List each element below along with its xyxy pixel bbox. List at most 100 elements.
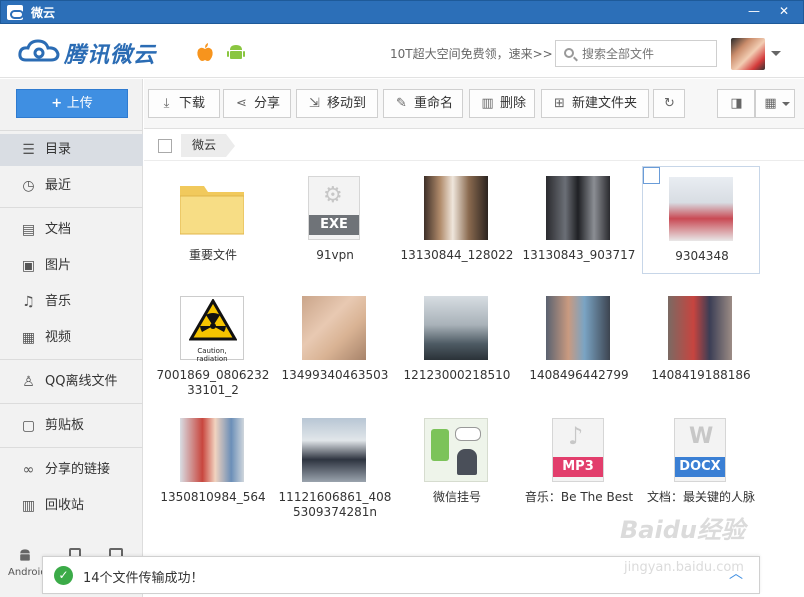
select-all-checkbox[interactable] xyxy=(158,139,172,153)
app-header: 腾讯微云 10T超大空间免费领，速来>> xyxy=(0,24,804,78)
move-to-button[interactable]: ⇲ 移动到 xyxy=(296,89,378,118)
watermark-url: jingyan.baidu.com xyxy=(624,560,744,575)
search-input[interactable] xyxy=(582,45,712,62)
upload-button[interactable]: + 上传 xyxy=(16,89,128,118)
rename-label: 重命名 xyxy=(414,96,454,111)
file-tile[interactable]: 11121606861_4085309374281n xyxy=(276,408,394,519)
close-button[interactable]: ✕ xyxy=(773,1,795,21)
file-tile[interactable]: 微信挂号 xyxy=(398,408,516,516)
photo-thumbnail xyxy=(180,418,244,482)
new-folder-button[interactable]: ⊞ 新建文件夹 xyxy=(541,89,649,118)
title-bar: 微云 — ✕ xyxy=(0,0,804,24)
file-tile[interactable]: W DOCX 文档：最关键的人脉 xyxy=(642,408,760,516)
minimize-button[interactable]: — xyxy=(743,1,765,21)
file-name: 7001869_080623233101_2 xyxy=(156,368,270,397)
photo-thumbnail: Caution, radiation xyxy=(180,296,244,363)
sidebar-item-documents[interactable]: ▤ 文档 xyxy=(0,214,143,246)
photo-thumbnail xyxy=(669,177,733,241)
file-tile[interactable]: 重要文件 xyxy=(154,166,272,274)
document-icon: ▤ xyxy=(21,222,36,238)
file-tile[interactable]: 1408496442799 xyxy=(520,286,638,394)
sidebar-item-label: 视频 xyxy=(45,330,72,345)
clock-icon: ◷ xyxy=(22,178,35,194)
watermark: Baidu经验 xyxy=(620,516,745,544)
sidebar-item-clipboard[interactable]: ▢ 剪贴板 xyxy=(0,410,143,442)
sidebar-item-directory[interactable]: ☰ 目录 xyxy=(0,134,143,166)
download-label: 下载 xyxy=(179,96,206,111)
plus-icon: + xyxy=(51,96,67,111)
sidebar-item-label: 目录 xyxy=(45,142,72,157)
upload-label: 上传 xyxy=(66,96,93,111)
sidebar-item-video[interactable]: ▦ 视频 xyxy=(0,322,143,354)
file-tile[interactable]: 1408419188186 xyxy=(642,286,760,394)
photo-thumbnail xyxy=(424,176,488,240)
file-name: 文档：最关键的人脉 xyxy=(646,490,755,504)
image-icon: ▣ xyxy=(21,258,36,274)
sidebar-item-label: QQ离线文件 xyxy=(45,374,118,389)
grid-view-button[interactable]: ▦ xyxy=(755,89,795,118)
speech-bubble-icon xyxy=(455,427,481,441)
file-tile[interactable]: ⚙ EXE 91vpn xyxy=(276,166,394,274)
link-icon: ∞ xyxy=(22,462,35,478)
photo-thumbnail xyxy=(546,296,610,360)
file-name: 重要文件 xyxy=(188,248,237,262)
file-tile[interactable]: 1350810984_564 xyxy=(154,408,272,516)
sidebar-item-recent[interactable]: ◷ 最近 xyxy=(0,170,143,202)
photo-thumbnail xyxy=(424,418,488,482)
breadcrumb: 微云 xyxy=(144,130,804,161)
rename-button[interactable]: ✎ 重命名 xyxy=(383,89,463,118)
file-name: 1350810984_564 xyxy=(160,490,266,504)
sidebar: + 上传 ☰ 目录 ◷ 最近 ▤ 文档 ▣ 图片 ♫ 音乐 ▦ 视频 ♙ QQ离… xyxy=(0,79,143,597)
divider xyxy=(0,359,143,360)
file-tile[interactable]: 13499340463503 xyxy=(276,286,394,394)
file-name: 13130843_903717 xyxy=(522,248,636,262)
promo-link[interactable]: 10T超大空间免费领，速来>> xyxy=(390,45,553,62)
exe-file-icon: ⚙ EXE xyxy=(308,176,360,240)
new-folder-label: 新建文件夹 xyxy=(572,96,638,111)
move-icon: ⇲ xyxy=(309,96,320,111)
apple-icon[interactable] xyxy=(195,42,215,62)
android-icon[interactable] xyxy=(226,42,246,62)
file-tile[interactable]: 13130843_903717 xyxy=(520,166,638,274)
refresh-button[interactable]: ↻ xyxy=(653,89,685,118)
phone-icon xyxy=(431,429,449,461)
share-label: 分享 xyxy=(254,96,281,111)
file-name: 1408496442799 xyxy=(529,368,629,382)
image-caption: Caution, radiation xyxy=(196,347,228,363)
chevron-down-icon[interactable] xyxy=(771,51,781,56)
trash-icon: ▥ xyxy=(481,96,494,111)
delete-button[interactable]: ▥ 删除 xyxy=(469,89,535,118)
sidebar-item-music[interactable]: ♫ 音乐 xyxy=(0,286,143,318)
detail-view-button[interactable]: ◨ xyxy=(717,89,755,118)
sidebar-item-label: 图片 xyxy=(45,258,72,273)
file-tile[interactable]: 12123000218510 xyxy=(398,286,516,394)
file-name: 91vpn xyxy=(316,248,354,262)
file-type-badge: EXE xyxy=(309,215,359,235)
sidebar-item-label: 分享的链接 xyxy=(45,462,111,477)
avatar[interactable] xyxy=(731,38,765,70)
file-tile[interactable]: 13130844_128022 xyxy=(398,166,516,274)
sidebar-item-shared-links[interactable]: ∞ 分享的链接 xyxy=(0,454,143,486)
sidebar-item-images[interactable]: ▣ 图片 xyxy=(0,250,143,282)
check-icon: ✓ xyxy=(54,566,73,585)
music-icon: ♫ xyxy=(22,294,35,310)
qq-icon: ♙ xyxy=(22,374,35,390)
divider xyxy=(0,207,143,208)
android-icon[interactable] xyxy=(17,547,33,563)
file-tile[interactable]: Caution, radiation 7001869_080623233101_… xyxy=(154,286,272,397)
chevron-down-icon xyxy=(782,102,790,106)
share-button[interactable]: ⋖ 分享 xyxy=(223,89,291,118)
person-icon xyxy=(457,449,477,475)
search-box[interactable] xyxy=(555,40,717,67)
file-name: 13499340463503 xyxy=(281,368,389,382)
file-checkbox[interactable] xyxy=(643,167,660,184)
sidebar-item-qq-offline[interactable]: ♙ QQ离线文件 xyxy=(0,366,143,398)
new-folder-icon: ⊞ xyxy=(554,96,565,111)
sidebar-item-recycle-bin[interactable]: ▥ 回收站 xyxy=(0,490,143,522)
file-tile[interactable]: 9304348 xyxy=(642,166,760,274)
word-icon: W xyxy=(689,424,714,449)
refresh-icon: ↻ xyxy=(664,96,675,111)
file-tile[interactable]: ♪ MP3 音乐：Be The Best xyxy=(520,408,638,516)
breadcrumb-item-root[interactable]: 微云 xyxy=(181,134,236,157)
download-button[interactable]: ⤓ 下载 xyxy=(148,89,220,118)
